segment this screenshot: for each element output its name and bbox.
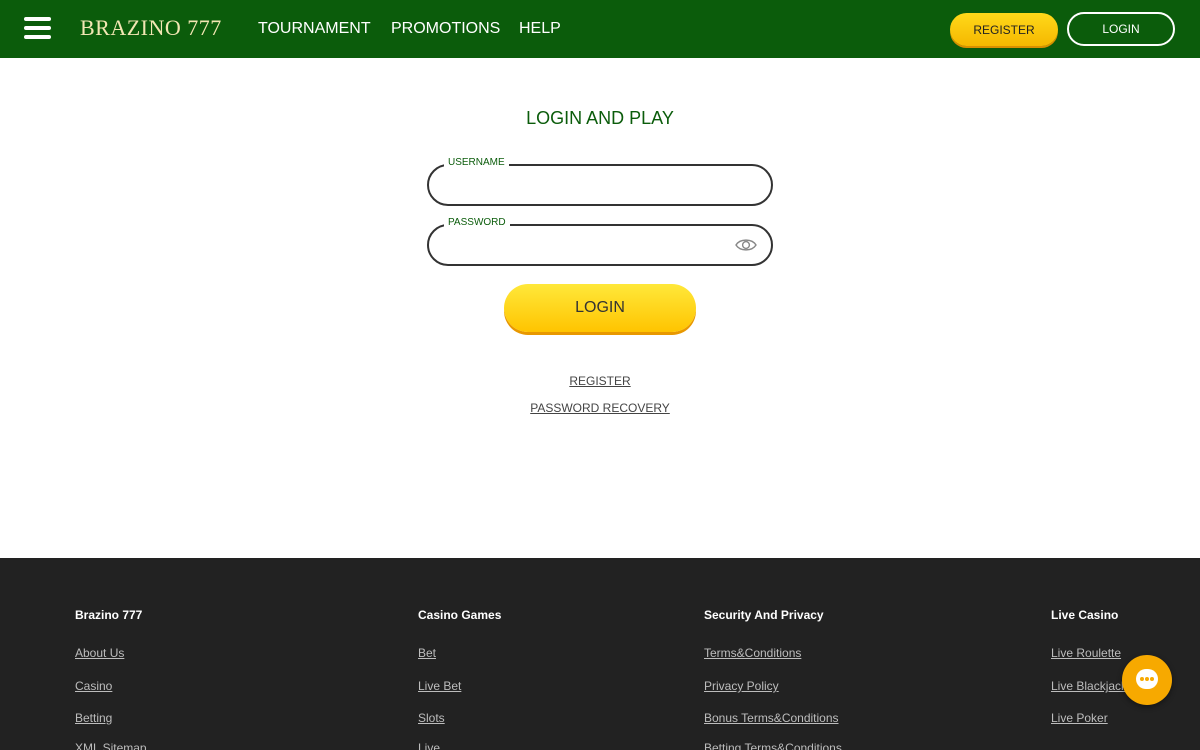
footer-column-security: Security And Privacy Terms&Conditions Pr… [704,608,842,750]
footer-link-privacy-policy[interactable]: Privacy Policy [704,679,779,693]
menu-bar [24,17,51,21]
login-page-title: LOGIN AND PLAY [526,108,674,128]
footer-column-title: Security And Privacy [704,608,824,622]
footer-link-about-us[interactable]: About Us [75,646,124,660]
footer-link-terms[interactable]: Terms&Conditions [704,646,801,660]
header-login-button[interactable]: LOGIN [1067,12,1175,46]
password-label: PASSWORD [444,217,510,228]
nav-tournament[interactable]: TOURNAMENT [258,20,371,38]
footer-link-live-poker[interactable]: Live Poker [1051,711,1108,725]
chat-dot [1150,677,1154,681]
username-input[interactable] [445,174,735,196]
footer-link-bet[interactable]: Bet [418,646,436,660]
footer-link-casino[interactable]: Casino [75,679,112,693]
footer-link-live[interactable]: Live [418,741,440,750]
username-field[interactable]: USERNAME [427,157,773,206]
footer-column-title: Live Casino [1051,608,1119,622]
login-submit-button[interactable]: LOGIN [504,284,696,332]
footer-link-live-bet[interactable]: Live Bet [418,679,461,693]
chat-button[interactable] [1122,655,1172,705]
footer-link-slots[interactable]: Slots [418,711,445,725]
register-link[interactable]: REGISTER [569,374,630,388]
eye-icon-graphic [735,239,757,251]
footer-link-betting[interactable]: Betting [75,711,112,725]
chat-bubble-icon [1136,669,1158,689]
password-input[interactable] [445,234,735,256]
nav-help[interactable]: HELP [519,20,561,38]
footer-column-casino-games: Casino Games Bet Live Bet Slots Live [418,608,502,750]
footer-column-title: Casino Games [418,608,502,622]
footer-link-live-blackjack[interactable]: Live Blackjack [1051,679,1127,693]
footer-link-live-roulette[interactable]: Live Roulette [1051,646,1121,660]
menu-bar [24,35,51,39]
register-link-row: REGISTER [0,374,1200,388]
footer-link-betting-terms[interactable]: Betting Terms&Conditions [704,741,842,750]
password-field[interactable]: PASSWORD [427,217,773,266]
footer-column-brazino: Brazino 777 About Us Casino Betting XML … [75,608,147,750]
hamburger-menu-icon[interactable] [24,17,51,39]
nav-promotions[interactable]: PROMOTIONS [391,20,500,38]
footer-link-xml-sitemap[interactable]: XML Sitemap [75,741,147,750]
footer-column-title: Brazino 777 [75,608,143,622]
password-recovery-link[interactable]: PASSWORD RECOVERY [530,401,670,415]
top-header: BRAZINO 777 TOURNAMENT PROMOTIONS HELP R… [0,0,1200,58]
recovery-link-row: PASSWORD RECOVERY [0,401,1200,415]
footer-column-live-casino: Live Casino Live Roulette Live Blackjack… [1051,608,1127,725]
chat-dot [1140,677,1144,681]
username-label: USERNAME [444,157,509,168]
eye-icon[interactable] [735,237,757,253]
site-footer: Brazino 777 About Us Casino Betting XML … [0,558,1200,750]
brand-logo[interactable]: BRAZINO 777 [80,15,222,41]
chat-dot [1145,677,1149,681]
menu-bar [24,26,51,30]
footer-link-bonus-terms[interactable]: Bonus Terms&Conditions [704,711,839,725]
header-register-button[interactable]: REGISTER [950,13,1058,46]
